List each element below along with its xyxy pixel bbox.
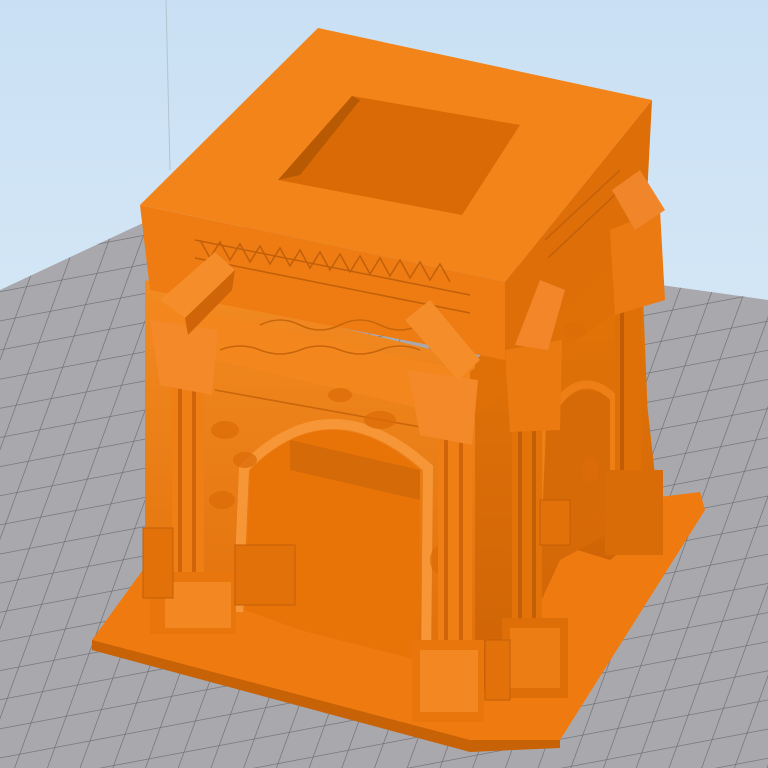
scene [0,0,768,768]
plate-edge [165,0,171,171]
3d-viewport[interactable] [0,0,768,768]
